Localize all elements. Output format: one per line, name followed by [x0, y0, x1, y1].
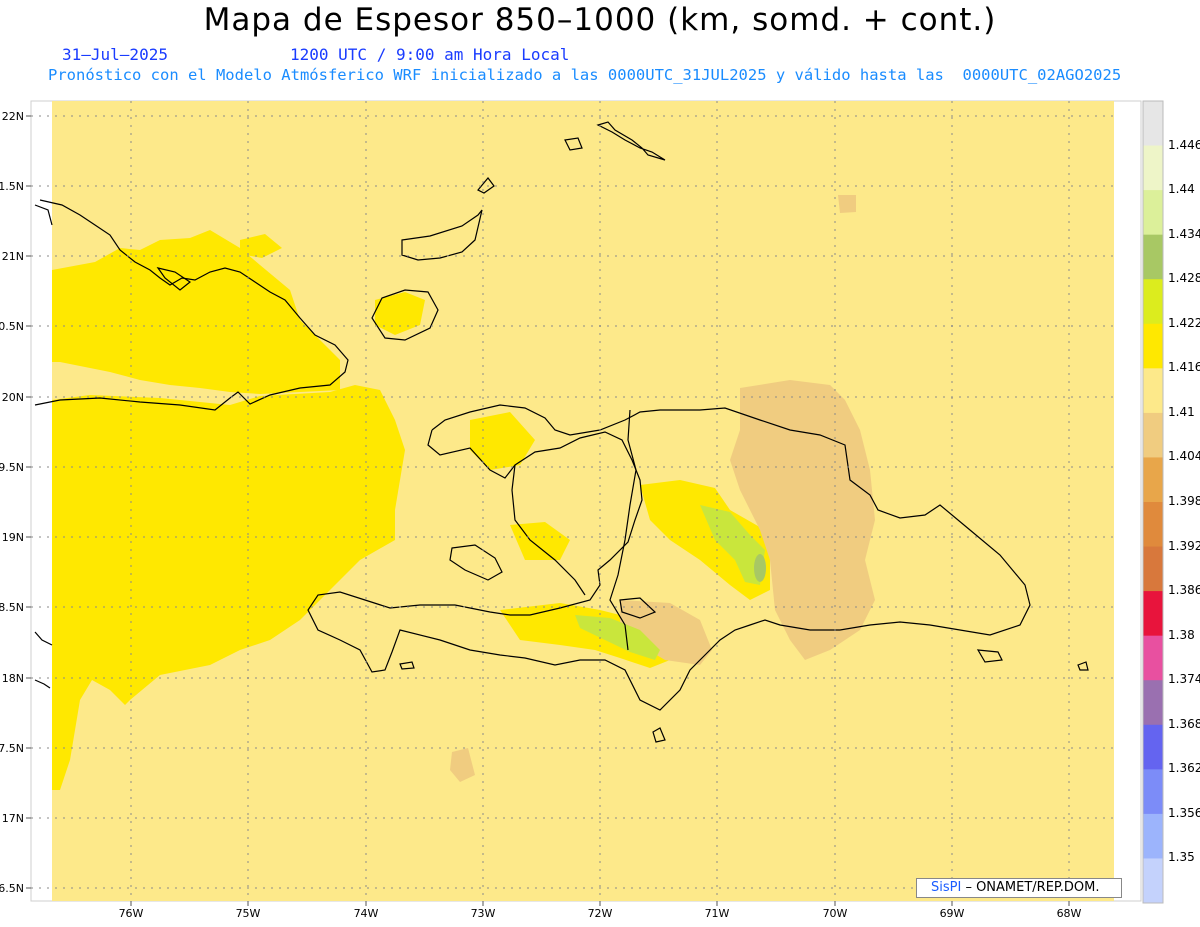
colorbar-label: 1.38: [1168, 627, 1195, 642]
lon-label: 72W: [588, 907, 613, 920]
credit-box: SisPI – ONAMET/REP.DOM.: [916, 878, 1122, 898]
lon-label: 75W: [236, 907, 261, 920]
colorbar-label: 1.392: [1168, 538, 1200, 553]
lat-label: 8.5N: [0, 601, 24, 614]
colorbar-label: 1.446: [1168, 137, 1200, 152]
colorbar-label: 1.356: [1168, 805, 1200, 820]
colorbar-swatch: [1143, 368, 1163, 414]
colorbar-swatch: [1143, 546, 1163, 592]
colorbar-label: 1.44: [1168, 182, 1195, 197]
lat-label: 18N: [2, 672, 24, 685]
colorbar-swatch: [1143, 635, 1163, 681]
colorbar-swatch: [1143, 279, 1163, 325]
colorbar-swatch: [1143, 502, 1163, 548]
colorbar-swatch: [1143, 234, 1163, 280]
colorbar-label: 1.434: [1168, 226, 1200, 241]
colorbar-swatch: [1143, 858, 1163, 904]
colorbar-swatch: [1143, 145, 1163, 191]
lat-label: 17N: [2, 812, 24, 825]
colorbar-swatch: [1143, 190, 1163, 236]
lat-label: 22N: [2, 110, 24, 123]
colorbar-swatch: [1143, 457, 1163, 503]
lon-label: 71W: [705, 907, 730, 920]
lat-label: 19N: [2, 531, 24, 544]
lat-label: 0.5N: [0, 320, 24, 333]
lat-label: 9.5N: [0, 461, 24, 474]
colorbar-swatch: [1143, 323, 1163, 369]
lon-label: 69W: [940, 907, 965, 920]
colorbar-label: 1.428: [1168, 271, 1200, 286]
lon-label: 76W: [119, 907, 144, 920]
credit-sispi: SisPI: [931, 880, 962, 895]
lat-label: 21N: [2, 250, 24, 263]
colorbar-swatch: [1143, 813, 1163, 859]
thickness-low-sea2: [838, 195, 856, 213]
colorbar-swatch: [1143, 101, 1163, 147]
colorbar-label: 1.374: [1168, 672, 1200, 687]
thickness-map: 76W 75W 74W 73W 72W 71W 70W 69W 68W 22N 1.5N 21N 0.5…: [0, 100, 1164, 920]
colorbar-swatch: [1143, 591, 1163, 637]
colorbar-label: 1.416: [1168, 360, 1200, 375]
colorbar-label: 1.404: [1168, 449, 1200, 464]
thickness-green-core: [754, 554, 766, 582]
colorbar-label: 1.386: [1168, 583, 1200, 598]
colorbar-swatch: [1143, 769, 1163, 815]
lon-label: 73W: [471, 907, 496, 920]
lon-label: 70W: [823, 907, 848, 920]
lat-label: 1.5N: [0, 180, 24, 193]
colorbar: [1142, 100, 1164, 904]
colorbar-swatch: [1143, 680, 1163, 726]
colorbar-swatch: [1143, 724, 1163, 770]
colorbar-label: 1.368: [1168, 716, 1200, 731]
lat-label: 7.5N: [0, 742, 24, 755]
colorbar-label: 1.398: [1168, 494, 1200, 508]
lon-label: 74W: [354, 907, 379, 920]
colorbar-label: 1.41: [1168, 404, 1195, 419]
lon-label: 68W: [1057, 907, 1082, 920]
lat-label: 6.5N: [0, 882, 24, 895]
colorbar-label: 1.35: [1168, 850, 1195, 865]
lat-label: 20N: [2, 391, 24, 404]
colorbar-label: 1.362: [1168, 761, 1200, 776]
colorbar-swatch: [1143, 412, 1163, 458]
credit-text: – ONAMET/REP.DOM.: [961, 880, 1100, 895]
colorbar-label: 1.422: [1168, 315, 1200, 330]
